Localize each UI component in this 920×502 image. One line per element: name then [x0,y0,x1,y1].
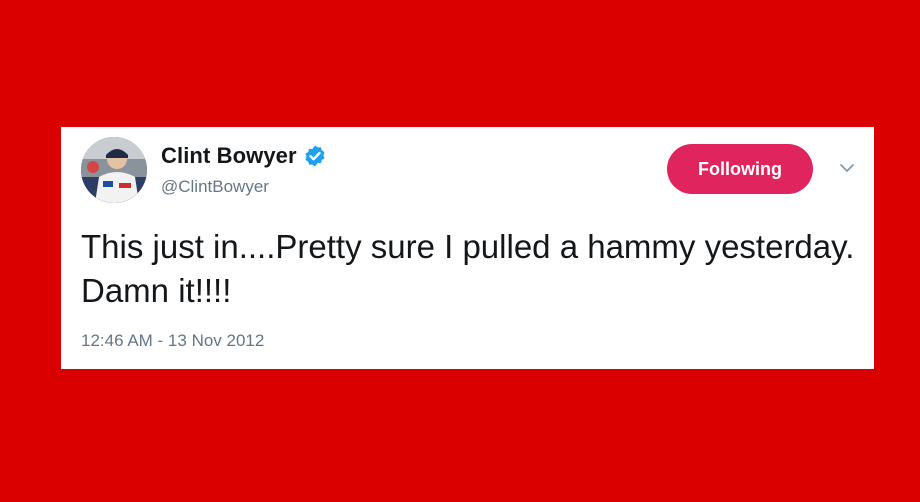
tweet-timestamp[interactable]: 12:46 AM - 13 Nov 2012 [81,331,264,351]
verified-badge-icon [303,144,327,168]
following-button[interactable]: Following [667,144,813,194]
author-name-row: Clint Bowyer [161,143,327,169]
tweet-card: Clint Bowyer @ClintBowyer Following This… [61,127,874,369]
chevron-down-icon[interactable] [837,161,857,175]
tweet-text: This just in....Pretty sure I pulled a h… [81,228,855,309]
avatar[interactable] [81,137,147,203]
display-name[interactable]: Clint Bowyer [161,143,297,169]
author-handle[interactable]: @ClintBowyer [161,177,269,197]
